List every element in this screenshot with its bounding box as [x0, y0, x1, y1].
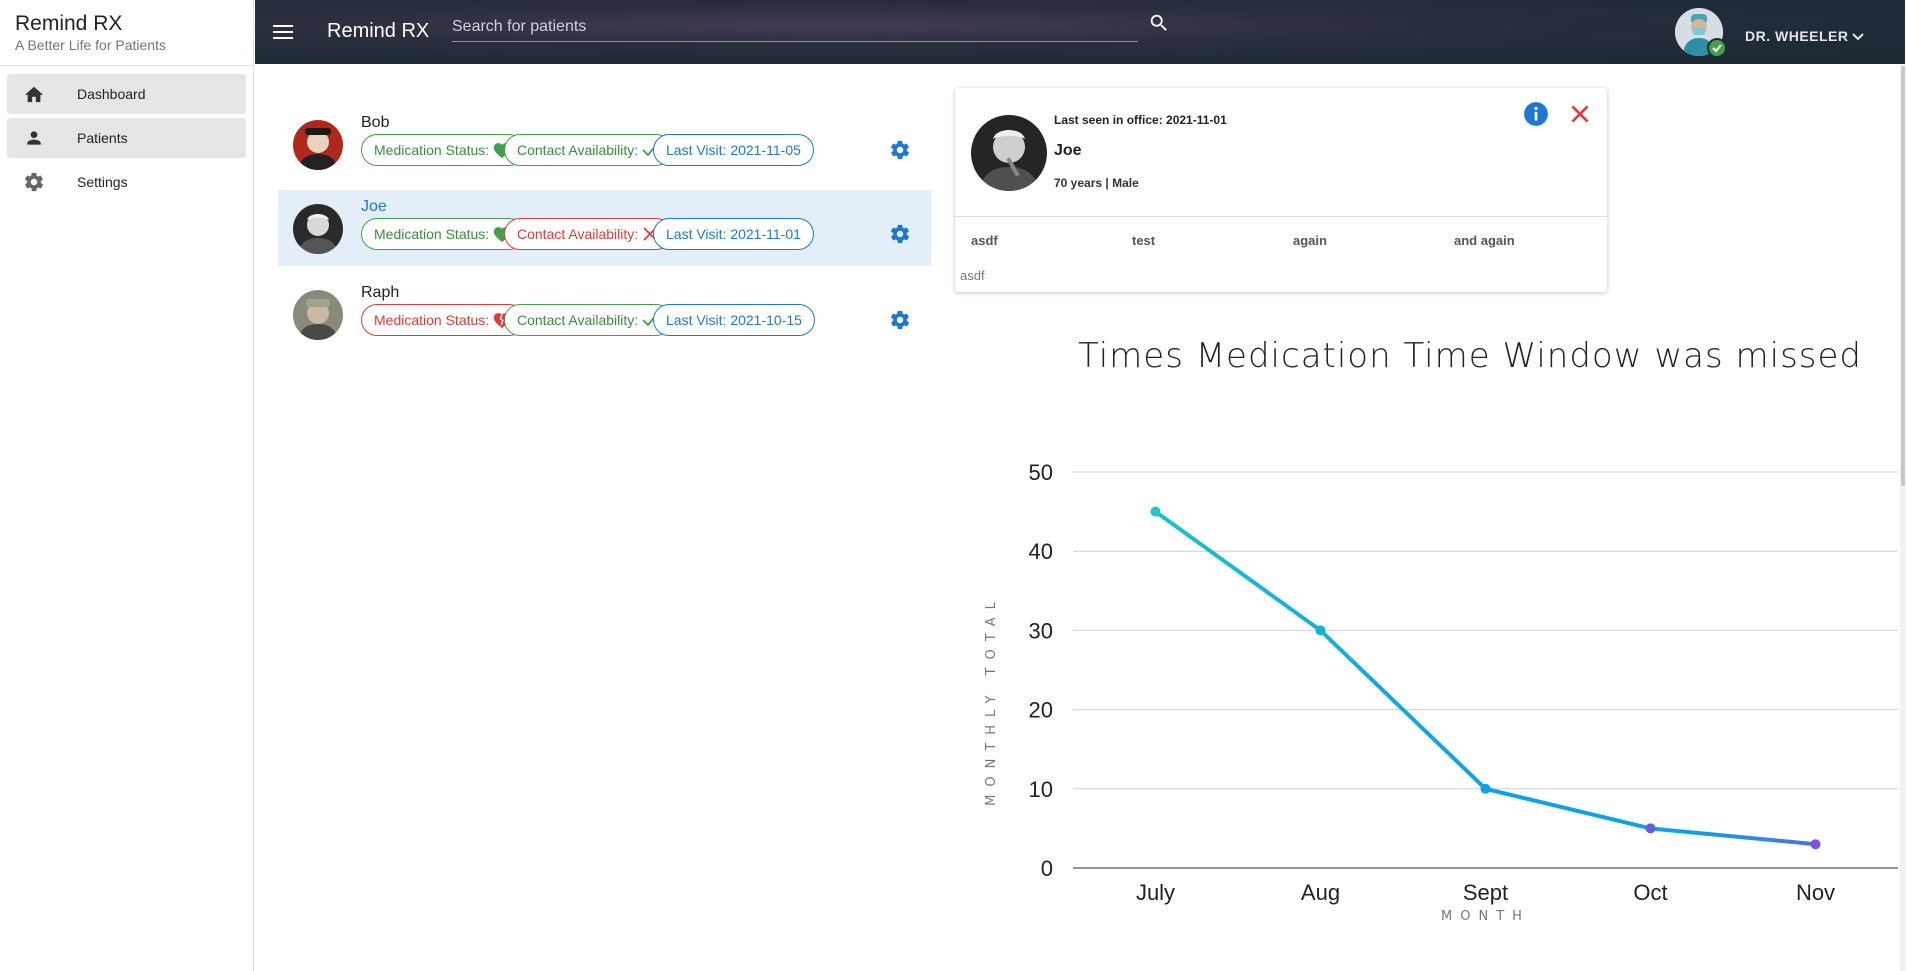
y-axis-label: MONTHLY TOTAL	[984, 594, 999, 806]
card-tab[interactable]: asdf	[971, 233, 998, 248]
patient-card-meta: 70 years | Male	[1054, 176, 1139, 190]
sidebar-item-label: Dashboard	[77, 86, 146, 102]
patient-card-avatar	[971, 115, 1047, 191]
top-app-bar: Remind RX DR. WHEELER	[255, 0, 1905, 64]
sidebar-item-patients[interactable]: Patients	[7, 118, 246, 158]
patient-row-bob[interactable]: Bob Medication Status: Contact Availabil…	[278, 106, 931, 182]
x-tick-label: Oct	[1633, 880, 1667, 905]
close-icon[interactable]	[1567, 101, 1593, 127]
sidebar-item-dashboard[interactable]: Dashboard	[7, 74, 246, 114]
app-bar-title: Remind RX	[327, 20, 430, 42]
line-chart: 0 10 20 30 40 50 July Aug Sept Oct Nov MONTH MONTHLY…	[984, 460, 1898, 924]
last-seen-text: Last seen in office: 2021-11-01	[1054, 113, 1227, 127]
card-tab[interactable]: again	[1293, 233, 1327, 248]
sidebar-item-label: Settings	[77, 174, 128, 190]
last-visit-chip[interactable]: Last Visit: 2021-10-15	[653, 304, 815, 336]
patient-avatar	[293, 290, 343, 340]
x-tick-label: Sept	[1463, 880, 1508, 905]
divider	[955, 216, 1607, 217]
card-tab[interactable]: and again	[1454, 233, 1515, 248]
patient-card-name: Joe	[1054, 142, 1082, 159]
medication-status-chip[interactable]: Medication Status:	[361, 134, 526, 166]
medication-status-chip[interactable]: Medication Status:	[361, 218, 526, 250]
card-tab-content: asdf	[960, 268, 985, 283]
data-point	[1480, 783, 1491, 794]
contact-availability-chip[interactable]: Contact Availability:	[504, 134, 673, 166]
sidebar: Remind RX A Better Life for Patients Das…	[0, 0, 254, 971]
home-icon	[21, 81, 47, 107]
chip-label: Contact Availability:	[517, 312, 639, 328]
y-tick-label: 40	[1029, 539, 1053, 564]
patient-name[interactable]: Joe	[361, 198, 387, 216]
brand: Remind RX A Better Life for Patients	[0, 0, 253, 66]
scrollbar-thumb[interactable]	[1901, 66, 1905, 486]
chart-title: Times Medication Time Window was missed	[1077, 336, 1862, 376]
brand-subtitle: A Better Life for Patients	[15, 37, 166, 53]
chevron-down-icon[interactable]	[1851, 29, 1865, 47]
user-name[interactable]: DR. WHEELER	[1745, 28, 1849, 44]
gear-icon	[21, 169, 47, 195]
data-point	[1645, 823, 1656, 834]
patient-name[interactable]: Bob	[361, 114, 389, 132]
last-visit-chip[interactable]: Last Visit: 2021-11-05	[653, 134, 814, 166]
chip-label: Contact Availability:	[517, 142, 639, 158]
sidebar-item-settings[interactable]: Settings	[7, 162, 246, 202]
x-axis-label: MONTH	[1441, 909, 1530, 924]
search-input[interactable]	[452, 12, 1138, 42]
card-tab[interactable]: test	[1132, 233, 1155, 248]
medication-status-chip[interactable]: Medication Status:	[361, 304, 526, 336]
search-icon[interactable]	[1148, 12, 1174, 38]
sidebar-item-label: Patients	[77, 130, 128, 146]
y-tick-label: 30	[1029, 618, 1053, 643]
patient-settings-gear-icon[interactable]	[889, 139, 911, 161]
patient-settings-gear-icon[interactable]	[889, 223, 911, 245]
patient-avatar	[293, 204, 343, 254]
chip-label: Contact Availability:	[517, 226, 639, 242]
menu-icon[interactable]	[270, 18, 298, 46]
patient-name[interactable]: Raph	[361, 284, 399, 302]
patient-row-joe[interactable]: Joe Medication Status: Contact Availabil…	[278, 190, 931, 266]
y-tick-label: 20	[1029, 698, 1053, 723]
data-point	[1150, 506, 1161, 517]
info-icon[interactable]	[1523, 101, 1549, 127]
chip-label: Medication Status:	[374, 312, 490, 328]
x-tick-label: July	[1136, 880, 1175, 905]
sidebar-nav: Dashboard Patients Settings	[0, 66, 253, 214]
y-tick-label: 10	[1029, 777, 1053, 802]
online-status-icon	[1707, 38, 1727, 58]
patient-settings-gear-icon[interactable]	[889, 309, 911, 331]
contact-availability-chip[interactable]: Contact Availability:	[504, 304, 673, 336]
patient-detail-card: Last seen in office: 2021-11-01 Joe 70 y…	[955, 88, 1607, 292]
y-tick-label: 50	[1029, 460, 1053, 485]
data-point	[1315, 625, 1326, 636]
chip-label: Medication Status:	[374, 142, 490, 158]
chip-label: Medication Status:	[374, 226, 490, 242]
x-tick-label: Nov	[1796, 880, 1835, 905]
data-point	[1810, 839, 1821, 850]
person-icon	[21, 125, 47, 151]
contact-availability-chip[interactable]: Contact Availability:	[504, 218, 673, 250]
x-tick-label: Aug	[1301, 880, 1340, 905]
patient-avatar	[293, 120, 343, 170]
last-visit-chip[interactable]: Last Visit: 2021-11-01	[653, 218, 814, 250]
series-line	[1154, 509, 1816, 847]
y-tick-label: 0	[1041, 856, 1053, 881]
brand-title: Remind RX	[15, 12, 123, 35]
patient-row-raph[interactable]: Raph Medication Status: Contact Availabi…	[278, 276, 931, 352]
